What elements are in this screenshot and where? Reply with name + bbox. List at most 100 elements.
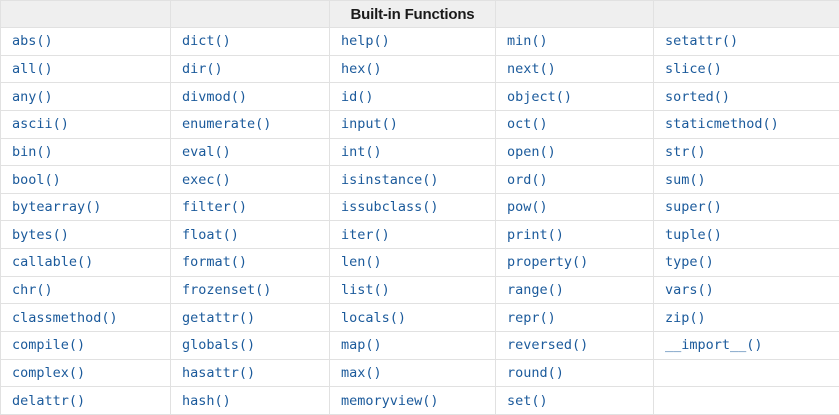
builtin-function-link[interactable]: len() <box>341 254 382 270</box>
builtin-function-link[interactable]: enumerate() <box>182 116 271 132</box>
builtin-function-link[interactable]: __import__() <box>665 337 763 353</box>
table-cell: input() <box>329 109 496 139</box>
table-cell: filter() <box>170 192 330 222</box>
builtin-function-link[interactable]: ascii() <box>12 116 69 132</box>
builtin-function-link[interactable]: next() <box>507 61 556 77</box>
builtin-function-link[interactable]: float() <box>182 227 239 243</box>
builtin-function-link[interactable]: dict() <box>182 33 231 49</box>
builtin-function-link[interactable]: issubclass() <box>341 199 439 215</box>
builtin-function-link[interactable]: chr() <box>12 282 53 298</box>
builtin-function-link[interactable]: callable() <box>12 254 93 270</box>
table-cell: abs() <box>0 27 171 56</box>
builtin-function-link[interactable]: str() <box>665 144 706 160</box>
table-cell: dict() <box>170 27 330 56</box>
builtin-function-link[interactable]: repr() <box>507 310 556 326</box>
table-cell: set() <box>495 386 654 415</box>
builtin-function-link[interactable]: type() <box>665 254 714 270</box>
table-cell: bytes() <box>0 220 171 250</box>
builtin-function-link[interactable]: sorted() <box>665 89 730 105</box>
builtin-function-link[interactable]: divmod() <box>182 89 247 105</box>
builtin-function-link[interactable]: hasattr() <box>182 365 255 381</box>
builtin-function-link[interactable]: complex() <box>12 365 85 381</box>
header-cell-empty-5 <box>653 0 839 28</box>
builtin-function-link[interactable]: memoryview() <box>341 393 439 409</box>
builtin-function-link[interactable]: all() <box>12 61 53 77</box>
table-cell: help() <box>329 27 496 56</box>
builtin-function-link[interactable]: object() <box>507 89 572 105</box>
table-cell: sorted() <box>653 82 839 111</box>
builtin-function-link[interactable]: pow() <box>507 199 548 215</box>
builtin-function-link[interactable]: classmethod() <box>12 310 118 326</box>
builtin-function-link[interactable]: exec() <box>182 172 231 188</box>
table-row: classmethod() getattr() locals() repr() zip(… <box>0 303 839 333</box>
builtin-function-link[interactable]: help() <box>341 33 390 49</box>
table-cell: str() <box>653 137 839 167</box>
builtin-function-link[interactable]: hash() <box>182 393 231 409</box>
table-cell: bool() <box>0 165 171 194</box>
builtin-function-link[interactable]: dir() <box>182 61 223 77</box>
table-cell: enumerate() <box>170 109 330 139</box>
builtin-function-link[interactable]: any() <box>12 89 53 105</box>
builtin-function-link[interactable]: bool() <box>12 172 61 188</box>
builtin-function-link[interactable]: abs() <box>12 33 53 49</box>
table-cell: callable() <box>0 248 171 277</box>
builtin-function-link[interactable]: open() <box>507 144 556 160</box>
builtin-function-link[interactable]: sum() <box>665 172 706 188</box>
builtin-function-link[interactable]: tuple() <box>665 227 722 243</box>
builtin-function-link[interactable]: id() <box>341 89 374 105</box>
table-cell: repr() <box>495 303 654 333</box>
builtin-function-link[interactable]: print() <box>507 227 564 243</box>
builtin-function-link[interactable]: zip() <box>665 310 706 326</box>
builtin-function-link[interactable]: slice() <box>665 61 722 77</box>
builtin-function-link[interactable]: min() <box>507 33 548 49</box>
builtin-function-link[interactable]: vars() <box>665 282 714 298</box>
builtin-function-link[interactable]: bytes() <box>12 227 69 243</box>
table-cell: zip() <box>653 303 839 333</box>
builtin-function-link[interactable]: globals() <box>182 337 255 353</box>
builtin-function-link[interactable]: delattr() <box>12 393 85 409</box>
builtin-function-link[interactable]: eval() <box>182 144 231 160</box>
builtin-function-link[interactable]: range() <box>507 282 564 298</box>
table-cell: float() <box>170 220 330 250</box>
table-row: bin() eval() int() open() str() <box>0 137 839 167</box>
builtin-function-link[interactable]: setattr() <box>665 33 738 49</box>
builtin-function-link[interactable]: set() <box>507 393 548 409</box>
builtin-function-link[interactable]: hex() <box>341 61 382 77</box>
builtin-function-link[interactable]: bytearray() <box>12 199 101 215</box>
table-cell: next() <box>495 54 654 84</box>
builtin-function-link[interactable]: max() <box>341 365 382 381</box>
builtin-function-link[interactable]: map() <box>341 337 382 353</box>
builtin-function-link[interactable]: bin() <box>12 144 53 160</box>
builtin-function-link[interactable]: reversed() <box>507 337 588 353</box>
table-row: bytearray() filter() issubclass() pow() supe… <box>0 192 839 222</box>
builtin-function-link[interactable]: frozenset() <box>182 282 271 298</box>
builtin-function-link[interactable]: input() <box>341 116 398 132</box>
builtin-function-link[interactable]: compile() <box>12 337 85 353</box>
builtin-function-link[interactable]: property() <box>507 254 588 270</box>
table-cell: divmod() <box>170 82 330 111</box>
builtin-function-link[interactable]: round() <box>507 365 564 381</box>
table-cell: compile() <box>0 331 171 360</box>
builtin-function-link[interactable]: super() <box>665 199 722 215</box>
table-cell: issubclass() <box>329 192 496 222</box>
builtin-function-link[interactable]: staticmethod() <box>665 116 779 132</box>
table-cell: classmethod() <box>0 303 171 333</box>
builtin-function-link[interactable]: list() <box>341 282 390 298</box>
builtin-function-link[interactable]: iter() <box>341 227 390 243</box>
builtin-function-link[interactable]: int() <box>341 144 382 160</box>
builtin-function-link[interactable]: filter() <box>182 199 247 215</box>
builtin-function-link[interactable]: locals() <box>341 310 406 326</box>
table-row: bytes() float() iter() print() tuple() <box>0 220 839 250</box>
builtin-function-link[interactable]: oct() <box>507 116 548 132</box>
builtin-function-link[interactable]: isinstance() <box>341 172 439 188</box>
builtin-function-link[interactable]: ord() <box>507 172 548 188</box>
table-cell: chr() <box>0 275 171 305</box>
table-cell: sum() <box>653 165 839 194</box>
table-cell: any() <box>0 82 171 111</box>
table-cell: bytearray() <box>0 192 171 222</box>
table-cell: ascii() <box>0 109 171 139</box>
table-cell: slice() <box>653 54 839 84</box>
builtin-function-link[interactable]: format() <box>182 254 247 270</box>
builtin-function-link[interactable]: getattr() <box>182 310 255 326</box>
table-row: any() divmod() id() object() sorted() <box>0 82 839 111</box>
